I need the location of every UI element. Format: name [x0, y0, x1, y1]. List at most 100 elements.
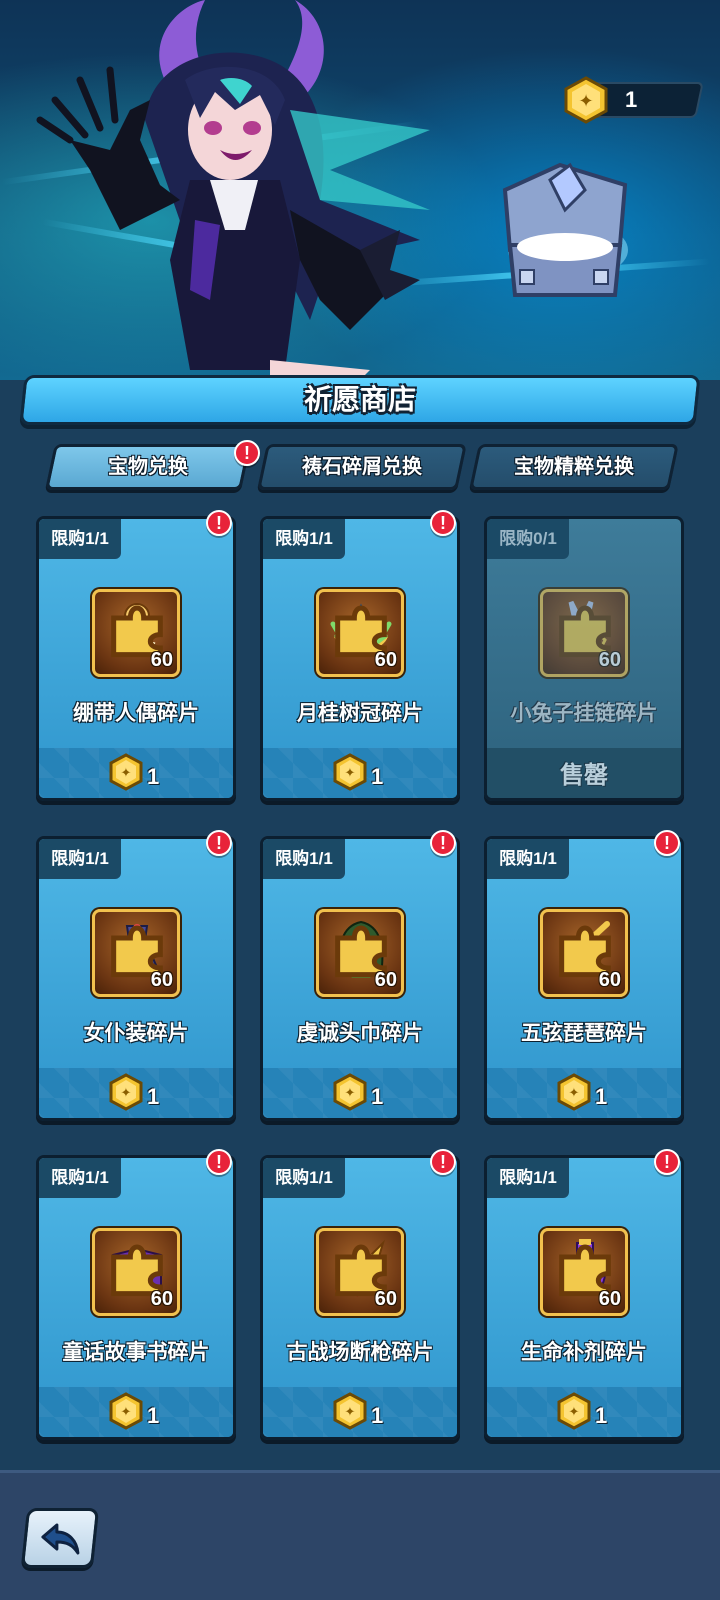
item-name: 生命补剂碎片	[521, 1341, 647, 1364]
purchase-limit: 限购1/1	[39, 519, 121, 559]
tab-label: 宝物精粹兑换	[514, 456, 634, 478]
shop-item-card[interactable]: 限购1/1 60 童话故事书碎片 ✦ 1	[36, 1155, 236, 1440]
item-price: 1	[595, 1403, 608, 1428]
price-bar: ✦ 1	[39, 1068, 233, 1118]
shop-item-card[interactable]: 限购1/1 60 女仆装碎片 ✦ 1	[36, 836, 236, 1121]
bottom-bar	[0, 1470, 720, 1600]
sold-out-label: 售罄	[560, 762, 608, 789]
fragment-quantity: 60	[374, 969, 397, 991]
fragment-quantity: 60	[598, 1288, 621, 1310]
shop-item-card: 限购0/1 60 小兔子挂链碎片售罄	[484, 516, 684, 801]
item-name: 古战场断枪碎片	[286, 1341, 434, 1364]
purchase-limit: 限购1/1	[263, 1158, 345, 1198]
price-bar: ✦ 1	[263, 1387, 457, 1437]
fragment-quantity: 60	[150, 969, 173, 991]
treasure-chest-icon	[502, 162, 628, 297]
purchase-limit: 限购1/1	[39, 1158, 121, 1198]
alert-badge: !	[206, 1149, 232, 1175]
item-name: 小兔子挂链碎片	[510, 702, 658, 725]
fragment-quantity: 60	[150, 649, 173, 671]
fragment-quantity: 60	[374, 649, 397, 671]
price-bar: 售罄	[487, 748, 681, 798]
item-price: 1	[595, 1084, 608, 1109]
alert-badge: !	[206, 510, 232, 536]
svg-text:✦: ✦	[578, 91, 593, 112]
back-arrow-icon	[41, 1523, 80, 1555]
purchase-limit: 限购1/1	[487, 1158, 569, 1198]
alert-badge: !	[654, 830, 680, 856]
shop-item-card[interactable]: 限购1/1 60 绷带人偶碎片 ✦ 1	[36, 516, 236, 801]
item-icon-frame: 60	[540, 909, 628, 997]
fragment-quantity: 60	[374, 1288, 397, 1310]
item-price: 1	[147, 1084, 160, 1109]
shop-item-card[interactable]: 限购1/1 60 虔诚头巾碎片 ✦ 1	[260, 836, 460, 1121]
tab-label: 祷石碎屑兑换	[302, 456, 422, 478]
price-bar: ✦ 1	[39, 748, 233, 798]
purchase-limit: 限购1/1	[263, 839, 345, 879]
alert-badge: !	[430, 830, 456, 856]
tab-label: 宝物兑换	[108, 456, 188, 478]
item-name: 五弦琵琶碎片	[521, 1022, 647, 1045]
purchase-limit: 限购1/1	[263, 519, 345, 559]
price-bar: ✦ 1	[487, 1068, 681, 1118]
fragment-quantity: 60	[150, 1288, 173, 1310]
gold-coin-icon: ✦	[333, 1073, 367, 1111]
gold-coin-icon: ✦	[557, 1073, 591, 1111]
item-price: 1	[371, 1403, 384, 1428]
gold-coin-icon: ✦	[333, 1392, 367, 1430]
svg-text:✦: ✦	[121, 766, 132, 781]
item-price: 1	[371, 1084, 384, 1109]
gold-coin-icon: ✦	[109, 1392, 143, 1430]
price-bar: ✦ 1	[39, 1387, 233, 1437]
currency-amount: 1	[625, 87, 638, 112]
item-name: 月桂树冠碎片	[297, 702, 423, 725]
item-name: 女仆装碎片	[83, 1022, 189, 1045]
item-price: 1	[371, 764, 384, 789]
item-icon-frame: 60	[92, 909, 180, 997]
hero-banner	[0, 0, 720, 380]
gold-coin-icon: ✦	[109, 1073, 143, 1111]
back-button[interactable]	[20, 1508, 100, 1568]
purchase-limit: 限购1/1	[39, 839, 121, 879]
item-icon-frame: 60	[316, 589, 404, 677]
item-name: 虔诚头巾碎片	[297, 1022, 423, 1045]
gold-coin-icon: ✦	[109, 753, 143, 791]
alert-badge: !	[430, 510, 456, 536]
item-icon-frame: 60	[540, 1228, 628, 1316]
alert-badge: !	[206, 830, 232, 856]
svg-text:✦: ✦	[569, 1405, 580, 1420]
gold-coin-icon: ✦	[564, 76, 608, 124]
shop-item-card[interactable]: 限购1/1 60 古战场断枪碎片 ✦ 1	[260, 1155, 460, 1440]
character-illustration	[36, 0, 430, 380]
svg-text:✦: ✦	[345, 766, 356, 781]
price-bar: ✦ 1	[263, 1068, 457, 1118]
fragment-quantity: 60	[598, 649, 621, 671]
alert-badge: !	[654, 1149, 680, 1175]
purchase-limit: 限购1/1	[487, 839, 569, 879]
gold-coin-icon: ✦	[557, 1392, 591, 1430]
item-name: 绷带人偶碎片	[73, 702, 199, 725]
item-name: 童话故事书碎片	[62, 1341, 210, 1364]
svg-text:✦: ✦	[345, 1405, 356, 1420]
item-icon-frame: 60	[540, 589, 628, 677]
item-price: 1	[147, 764, 160, 789]
svg-text:✦: ✦	[569, 1086, 580, 1101]
price-bar: ✦ 1	[263, 748, 457, 798]
svg-text:✦: ✦	[121, 1086, 132, 1101]
gold-coin-icon: ✦	[333, 753, 367, 791]
page-title: 祈愿商店	[303, 384, 416, 415]
alert-badge: !	[430, 1149, 456, 1175]
shop-item-card[interactable]: 限购1/1 60 五弦琵琶碎片 ✦ 1	[484, 836, 684, 1121]
price-bar: ✦ 1	[487, 1387, 681, 1437]
item-icon-frame: 60	[316, 909, 404, 997]
purchase-limit: 限购0/1	[487, 519, 569, 559]
item-icon-frame: 60	[316, 1228, 404, 1316]
shop-item-card[interactable]: 限购1/1 60 月桂树冠碎片 ✦ 1	[260, 516, 460, 801]
item-price: 1	[147, 1403, 160, 1428]
fragment-quantity: 60	[598, 969, 621, 991]
item-icon-frame: 60	[92, 589, 180, 677]
shop-item-card[interactable]: 限购1/1 60 生命补剂碎片 ✦ 1	[484, 1155, 684, 1440]
alert-badge: !	[234, 440, 260, 466]
svg-text:✦: ✦	[121, 1405, 132, 1420]
item-icon-frame: 60	[92, 1228, 180, 1316]
